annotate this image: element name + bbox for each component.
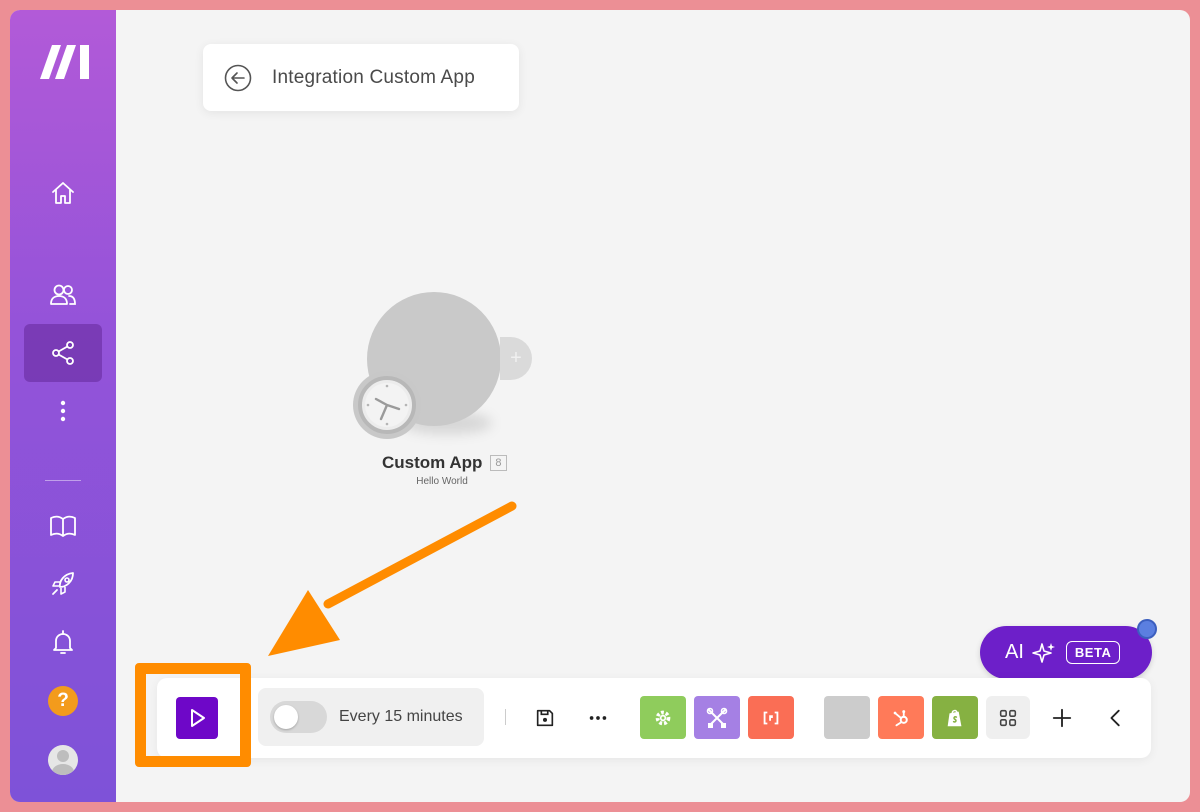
plus-icon [1052, 708, 1072, 728]
shopify-icon [947, 709, 962, 726]
rocket-icon [52, 572, 74, 595]
more-vertical-icon [60, 400, 66, 422]
book-icon [50, 515, 76, 537]
add-module-button[interactable]: + [500, 337, 532, 380]
make-logo[interactable] [38, 43, 90, 79]
sidebar-item-profile[interactable] [24, 731, 102, 789]
schedule-text[interactable]: Every 15 minutes [339, 708, 463, 726]
sidebar-item-home[interactable] [24, 164, 102, 222]
gear-icon [655, 710, 671, 725]
scenario-title[interactable]: Integration Custom App [272, 67, 475, 89]
collapse-toolbar-button[interactable] [1098, 700, 1134, 736]
schedule-control[interactable]: Every 15 minutes [258, 688, 484, 746]
beta-badge: BETA [1065, 641, 1121, 664]
sidebar-item-help[interactable]: ? [24, 672, 102, 730]
custom-app-tile[interactable] [824, 696, 870, 739]
add-button[interactable] [1044, 700, 1080, 736]
share-icon [52, 341, 74, 365]
sidebar-item-notifications[interactable] [24, 613, 102, 671]
shopify-tile[interactable] [932, 696, 978, 739]
toolbar-divider [505, 709, 506, 725]
tools-tile[interactable] [640, 696, 686, 739]
module-subtitle: Hello World [416, 476, 468, 487]
schedule-toggle[interactable] [270, 701, 327, 733]
sidebar-divider [45, 480, 81, 481]
help-icon: ? [48, 686, 78, 716]
hubspot-tile[interactable] [878, 696, 924, 739]
flow-control-tile[interactable] [694, 696, 740, 739]
play-icon [191, 709, 205, 727]
module-label: Custom App 8 [382, 453, 562, 473]
more-horizontal-icon [589, 716, 607, 720]
home-icon [52, 182, 74, 204]
sidebar-item-whats-new[interactable] [24, 555, 102, 613]
sparkle-icon [1032, 642, 1055, 663]
brackets-icon [763, 711, 779, 724]
module-id-badge: 8 [490, 455, 507, 471]
bell-icon [53, 630, 73, 654]
hubspot-icon [893, 709, 908, 726]
app-frame: ? Integration Custom App + Custom App 8 … [10, 10, 1190, 802]
sidebar-item-scenarios[interactable] [24, 324, 102, 382]
more-options-button[interactable] [580, 700, 616, 736]
arrow-left-circle-icon [224, 64, 252, 91]
toggle-knob [274, 705, 298, 729]
sidebar: ? [10, 10, 116, 802]
sidebar-item-team[interactable] [24, 266, 102, 324]
scenario-header: Integration Custom App [203, 44, 519, 111]
text-parser-tile[interactable] [748, 696, 794, 739]
chevron-left-icon [1110, 709, 1120, 727]
save-icon [536, 709, 554, 727]
sidebar-item-docs[interactable] [24, 497, 102, 555]
save-button[interactable] [527, 700, 563, 736]
ai-label: AI [1005, 641, 1024, 663]
users-icon [50, 284, 76, 305]
grid-icon [999, 709, 1017, 726]
all-apps-button[interactable] [986, 696, 1030, 739]
ai-notification-dot [1137, 619, 1157, 639]
module-name: Custom App [382, 453, 483, 472]
wrench-cross-icon [706, 707, 728, 728]
avatar [48, 745, 78, 775]
clock-icon[interactable] [353, 371, 421, 439]
ai-assistant-button[interactable]: AI BETA [980, 626, 1152, 679]
run-once-button[interactable] [176, 697, 218, 739]
back-button[interactable] [223, 63, 253, 93]
sidebar-item-more[interactable] [24, 382, 102, 440]
